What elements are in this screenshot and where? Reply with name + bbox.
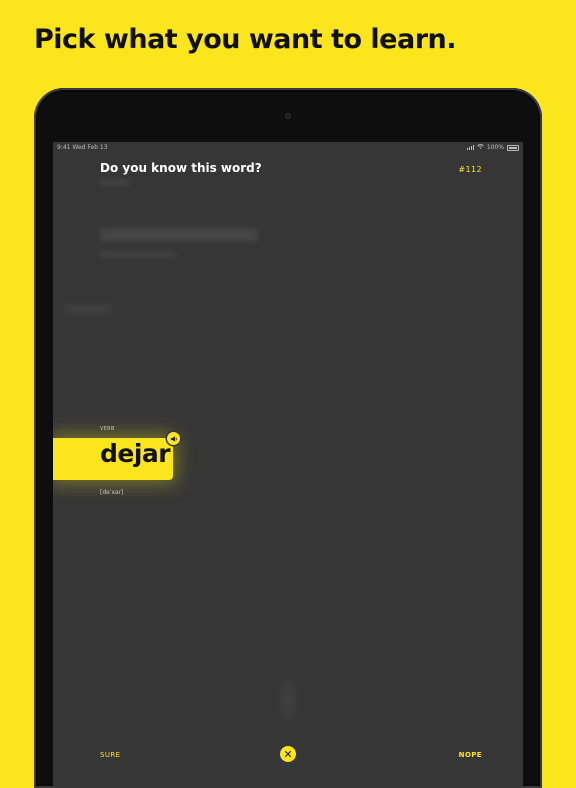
word-card: dejar xyxy=(53,438,173,480)
word-text: dejar xyxy=(100,439,171,468)
status-time-date: 9:41 Wed Feb 13 xyxy=(57,144,108,151)
status-date: Wed Feb 13 xyxy=(72,144,108,151)
close-button[interactable] xyxy=(280,746,296,762)
pronunciation-text: [deˈxar] xyxy=(100,489,124,496)
part-of-speech-label: VERB xyxy=(100,426,115,432)
status-time: 9:41 xyxy=(57,144,71,151)
blurred-background-text xyxy=(100,180,130,185)
close-icon xyxy=(284,750,292,758)
blurred-background-text xyxy=(100,228,258,242)
sure-button[interactable]: SURE xyxy=(100,751,120,759)
speaker-icon xyxy=(170,435,177,442)
wifi-icon xyxy=(477,144,484,151)
front-camera xyxy=(285,113,291,119)
status-indicators: 100% xyxy=(466,144,519,151)
word-number-badge: #112 xyxy=(458,165,482,174)
blurred-background-text xyxy=(65,304,111,314)
battery-percent: 100% xyxy=(486,144,504,151)
blurred-background-text xyxy=(100,252,176,257)
speaker-button[interactable] xyxy=(167,432,180,445)
page-headline: Pick what you want to learn. xyxy=(34,24,457,55)
app-screen: 9:41 Wed Feb 13 100% Do you know this wo… xyxy=(53,142,523,788)
blurred-background-shape xyxy=(281,682,295,718)
battery-icon xyxy=(507,144,519,151)
tablet-device-frame: 9:41 Wed Feb 13 100% Do you know this wo… xyxy=(34,88,542,788)
nope-button[interactable]: NOPE xyxy=(459,751,482,759)
signal-icon xyxy=(466,145,474,150)
status-bar: 9:41 Wed Feb 13 100% xyxy=(53,142,523,154)
question-title: Do you know this word? xyxy=(100,161,262,175)
